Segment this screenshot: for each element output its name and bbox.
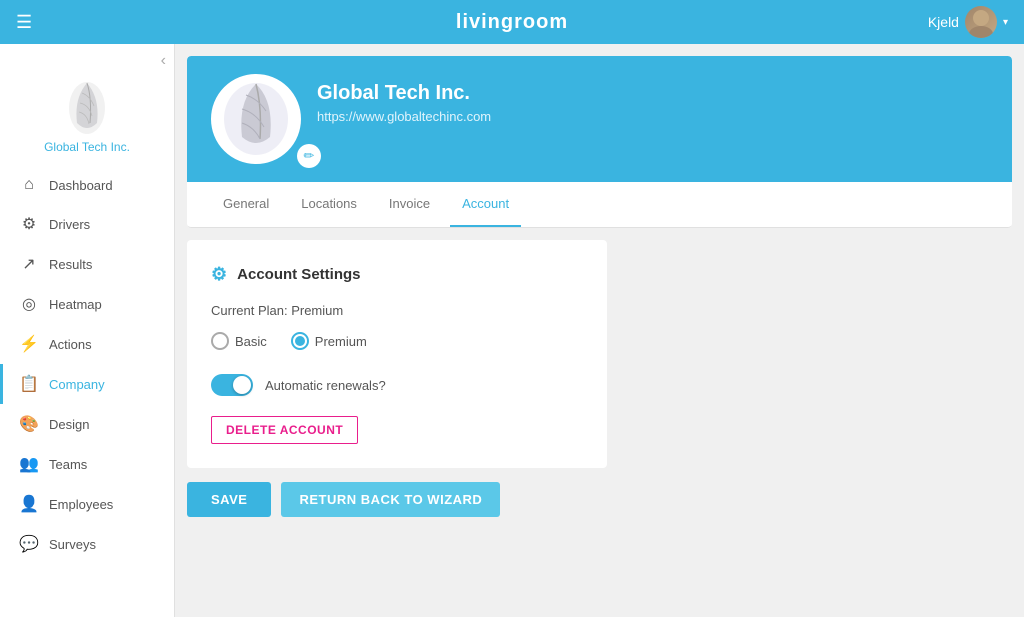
sidebar-item-results[interactable]: ↗ Results (0, 244, 174, 284)
hamburger-icon[interactable]: ☰ (16, 12, 32, 33)
sidebar-item-drivers-label: Drivers (49, 217, 90, 232)
plan-option-basic[interactable]: Basic (211, 332, 267, 350)
user-name: Kjeld (928, 14, 959, 30)
tabs-bar: General Locations Invoice Account (187, 182, 1012, 228)
sidebar-item-design[interactable]: 🎨 Design (0, 404, 174, 444)
profile-card: Global Tech Inc. https://www.globaltechi… (187, 56, 1012, 182)
sidebar-item-company-label: Company (49, 377, 105, 392)
sidebar-item-design-label: Design (49, 417, 89, 432)
return-wizard-button[interactable]: RETURN BACK TO WIZARD (281, 482, 500, 517)
tab-account[interactable]: Account (450, 182, 521, 227)
dashboard-icon: ⌂ (19, 176, 39, 194)
user-menu[interactable]: Kjeld ▾ (928, 6, 1008, 38)
user-caret-icon: ▾ (1003, 17, 1008, 28)
topnav: ☰ livingroom Kjeld ▾ (0, 0, 1024, 44)
radio-premium[interactable] (291, 332, 309, 350)
sidebar-item-employees[interactable]: 👤 Employees (0, 484, 174, 524)
profile-section: Global Tech Inc. https://www.globaltechi… (187, 56, 1012, 228)
sidebar-item-employees-label: Employees (49, 497, 113, 512)
heatmap-icon: ◎ (19, 294, 39, 314)
teams-icon: 👥 (19, 454, 39, 474)
radio-basic[interactable] (211, 332, 229, 350)
sidebar-item-dashboard[interactable]: ⌂ Dashboard (0, 166, 174, 204)
save-button[interactable]: SAVE (187, 482, 271, 517)
company-name: Global Tech Inc. (317, 82, 491, 105)
tab-locations[interactable]: Locations (289, 182, 369, 227)
sidebar-item-actions[interactable]: ⚡ Actions (0, 324, 174, 364)
sidebar-item-company[interactable]: 📋 Company (0, 364, 174, 404)
profile-edit-icon[interactable]: ✏ (297, 144, 321, 168)
company-icon: 📋 (19, 374, 39, 394)
action-buttons: SAVE RETURN BACK TO WIZARD (187, 482, 1012, 517)
tab-general[interactable]: General (211, 182, 281, 227)
surveys-icon: 💬 (19, 534, 39, 554)
current-plan-label: Current Plan: Premium (211, 303, 583, 318)
sidebar-item-actions-label: Actions (49, 337, 92, 352)
toggle-label: Automatic renewals? (265, 378, 386, 393)
sidebar-item-surveys-label: Surveys (49, 537, 96, 552)
sidebar-item-heatmap[interactable]: ◎ Heatmap (0, 284, 174, 324)
sidebar-brand: Global Tech Inc. (0, 70, 174, 166)
plan-options: Basic Premium (211, 332, 583, 350)
settings-title-text: Account Settings (237, 266, 360, 283)
employees-icon: 👤 (19, 494, 39, 514)
plan-option-premium[interactable]: Premium (291, 332, 367, 350)
tab-invoice[interactable]: Invoice (377, 182, 442, 227)
actions-icon: ⚡ (19, 334, 39, 354)
sidebar-item-dashboard-label: Dashboard (49, 178, 113, 193)
sidebar-item-surveys[interactable]: 💬 Surveys (0, 524, 174, 564)
plan-premium-label: Premium (315, 334, 367, 349)
app-logo: livingroom (456, 11, 568, 34)
settings-gear-icon: ⚙ (211, 264, 227, 285)
brand-logo (62, 78, 112, 138)
plan-basic-label: Basic (235, 334, 267, 349)
radio-premium-fill (295, 336, 305, 346)
settings-title: ⚙ Account Settings (211, 264, 583, 285)
company-url: https://www.globaltechinc.com (317, 109, 491, 124)
sidebar-collapse-icon[interactable]: ‹ (161, 52, 166, 70)
sidebar-item-results-label: Results (49, 257, 92, 272)
user-avatar (965, 6, 997, 38)
drivers-icon: ⚙ (19, 214, 39, 234)
toggle-row: Automatic renewals? (211, 374, 583, 396)
sidebar-brand-name: Global Tech Inc. (44, 140, 130, 154)
sidebar-item-drivers[interactable]: ⚙ Drivers (0, 204, 174, 244)
results-icon: ↗ (19, 254, 39, 274)
sidebar-nav: ⌂ Dashboard ⚙ Drivers ↗ Results ◎ Heatma… (0, 166, 174, 617)
sidebar-item-heatmap-label: Heatmap (49, 297, 102, 312)
main-content: Global Tech Inc. https://www.globaltechi… (175, 44, 1024, 617)
sidebar: ‹ Global Tech Inc. ⌂ Dashboard (0, 44, 175, 617)
settings-card: ⚙ Account Settings Current Plan: Premium… (187, 240, 607, 468)
delete-account-button[interactable]: DELETE ACCOUNT (211, 416, 358, 444)
profile-info: Global Tech Inc. https://www.globaltechi… (317, 74, 491, 124)
auto-renewal-toggle[interactable] (211, 374, 253, 396)
design-icon: 🎨 (19, 414, 39, 434)
sidebar-item-teams-label: Teams (49, 457, 87, 472)
company-avatar (211, 74, 301, 164)
sidebar-item-teams[interactable]: 👥 Teams (0, 444, 174, 484)
